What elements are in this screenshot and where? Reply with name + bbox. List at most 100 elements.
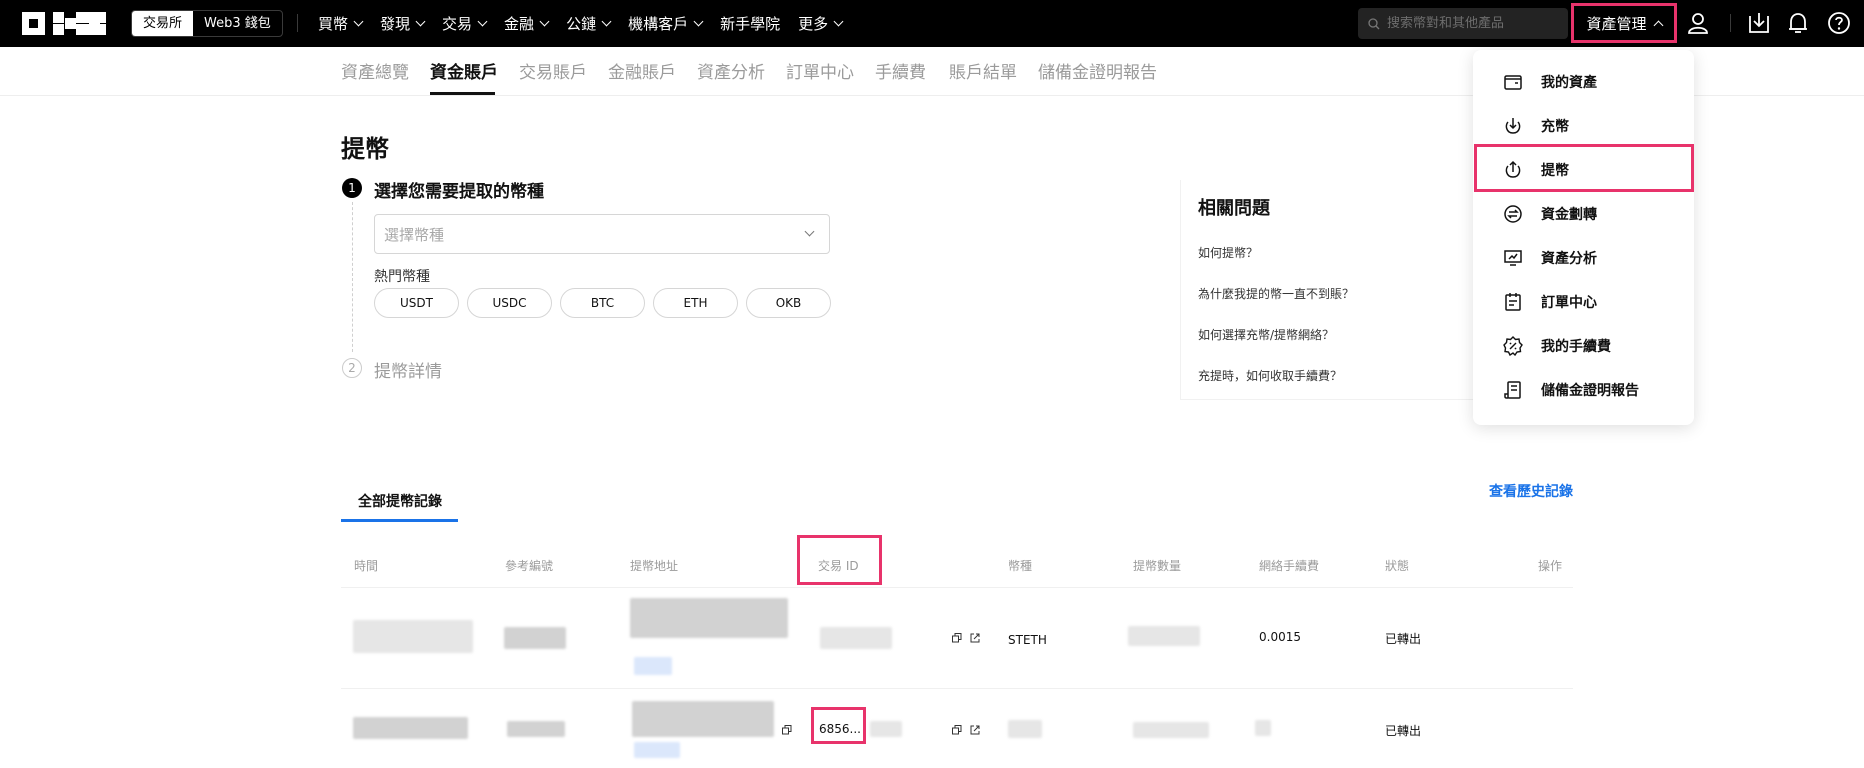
wallet-icon xyxy=(1504,75,1522,90)
column-header-network-fee: 網絡手續費 xyxy=(1259,559,1320,573)
column-header-actions: 操作 xyxy=(1538,559,1563,573)
chevron-down-icon xyxy=(601,16,612,27)
main-menu: 買幣 發現 交易 金融 公鏈 機構客戶 新手學院 更多 xyxy=(318,0,860,47)
copy-icon[interactable] xyxy=(952,725,962,735)
redacted-address xyxy=(632,701,774,737)
nav-menu-item[interactable]: 更多 xyxy=(798,13,844,34)
dropdown-item-orders[interactable]: 訂單中心 xyxy=(1473,280,1694,324)
hot-coin-chip[interactable]: USDT xyxy=(374,288,459,318)
dropdown-item-transfer[interactable]: 資金劃轉 xyxy=(1473,192,1694,236)
column-header-amount: 提幣數量 xyxy=(1133,559,1182,573)
exchange-tab[interactable]: 交易所 xyxy=(132,11,194,36)
dropdown-item-my-assets[interactable]: 我的資產 xyxy=(1473,60,1694,104)
page-title: 提幣 xyxy=(341,135,389,163)
nav-menu-label: 金融 xyxy=(504,15,535,33)
faq-item[interactable]: 充提時，如何收取手續費？ xyxy=(1198,367,1342,384)
dropdown-item-analysis[interactable]: 資產分析 xyxy=(1473,236,1694,280)
dropdown-item-label: 充幣 xyxy=(1541,119,1569,135)
redacted-address-tag xyxy=(634,657,672,675)
fee-icon xyxy=(1503,336,1523,356)
external-link-icon[interactable] xyxy=(970,725,980,735)
nav-menu-item[interactable]: 金融 xyxy=(504,13,550,34)
chevron-down-icon xyxy=(833,16,844,27)
tab-underline xyxy=(341,519,458,522)
chevron-up-icon xyxy=(1653,20,1663,30)
redacted-txid xyxy=(820,627,892,649)
dropdown-item-label: 我的資產 xyxy=(1541,75,1597,91)
subnav-tab[interactable]: 資產總覽 xyxy=(341,58,409,83)
subnav-tab[interactable]: 金融賬戶 xyxy=(608,58,676,83)
redacted-address-tag xyxy=(634,742,680,758)
redacted-amount xyxy=(1133,722,1209,738)
dropdown-item-label: 訂單中心 xyxy=(1541,295,1597,311)
top-navbar: 交易所 Web3 錢包 買幣 發現 交易 金融 公鏈 機構客戶 新手學院更多 資產管理 xyxy=(0,0,1864,47)
user-icon[interactable] xyxy=(1685,10,1711,36)
subnav-tab[interactable]: 儲備金證明報告 xyxy=(1038,58,1157,83)
dropdown-item-label: 儲備金證明報告 xyxy=(1541,383,1639,399)
search-box[interactable] xyxy=(1358,8,1568,39)
faq-item[interactable]: 如何提幣？ xyxy=(1198,244,1258,261)
transfer-icon xyxy=(1504,205,1522,223)
order-icon xyxy=(1505,293,1521,311)
subnav-tab[interactable]: 資產分析 xyxy=(697,58,765,83)
redacted-address xyxy=(630,598,788,638)
dropdown-item-label: 資金劃轉 xyxy=(1541,207,1597,223)
step-1-number: 1 xyxy=(342,178,362,198)
asset-management-label: 資產管理 xyxy=(1586,14,1647,33)
subnav-tab[interactable]: 交易賬戶 xyxy=(519,58,587,83)
nav-menu-item[interactable]: 買幣 xyxy=(318,13,364,34)
nav-menu-label: 交易 xyxy=(442,15,473,33)
asset-management-button[interactable]: 資產管理 xyxy=(1571,3,1677,43)
web3-wallet-tab[interactable]: Web3 錢包 xyxy=(193,11,282,36)
step-1-title: 選擇您需要提取的幣種 xyxy=(374,182,544,202)
dropdown-item-label: 資產分析 xyxy=(1541,251,1597,267)
nav-menu-item[interactable]: 新手學院 xyxy=(720,13,780,34)
nav-menu-label: 新手學院 xyxy=(720,15,781,33)
hot-coin-chip[interactable]: OKB xyxy=(746,288,831,318)
hot-coin-chip[interactable]: ETH xyxy=(653,288,738,318)
search-input[interactable] xyxy=(1387,16,1557,31)
okx-logo[interactable] xyxy=(22,12,106,35)
dropdown-item-fees[interactable]: 我的手續費 xyxy=(1473,324,1694,368)
subnav-tab[interactable]: 賬戶結單 xyxy=(949,58,1017,83)
redacted-coin xyxy=(1008,720,1042,738)
faq-title: 相關問題 xyxy=(1198,198,1270,219)
step-2-number: 2 xyxy=(342,358,362,378)
nav-menu-label: 公鏈 xyxy=(566,15,597,33)
subnav-tab[interactable]: 資金賬戶 xyxy=(430,58,498,83)
bell-icon[interactable] xyxy=(1785,10,1811,36)
network-fee-cell: 0.0015 xyxy=(1259,630,1301,644)
step-connector xyxy=(352,202,353,352)
column-header-status: 狀態 xyxy=(1385,559,1410,573)
hot-coin-chip[interactable]: BTC xyxy=(560,288,645,318)
redacted-amount xyxy=(1128,626,1200,646)
nav-menu-item[interactable]: 發現 xyxy=(380,13,426,34)
redacted-reference xyxy=(507,721,565,737)
help-icon[interactable] xyxy=(1826,10,1852,36)
copy-icon[interactable] xyxy=(782,725,792,735)
external-link-icon[interactable] xyxy=(970,633,980,643)
nav-menu-item[interactable]: 交易 xyxy=(442,13,488,34)
divider xyxy=(1730,14,1731,32)
chevron-down-icon xyxy=(477,16,488,27)
chevron-down-icon xyxy=(804,226,815,237)
hot-coin-chip[interactable]: USDC xyxy=(467,288,552,318)
dropdown-item-deposit[interactable]: 充幣 xyxy=(1473,104,1694,148)
nav-menu-item[interactable]: 機構客戶 xyxy=(628,13,704,34)
txid-header-highlight-box xyxy=(797,535,882,585)
redacted-time xyxy=(353,620,473,653)
faq-item[interactable]: 如何選擇充幣/提幣網絡？ xyxy=(1198,326,1334,343)
copy-icon[interactable] xyxy=(952,633,962,643)
withdraw-highlight-box xyxy=(1474,144,1694,192)
view-history-link[interactable]: 查看歷史記錄 xyxy=(1489,481,1573,501)
faq-item[interactable]: 為什麼我提的幣一直不到賬？ xyxy=(1198,285,1354,302)
hot-coins-list: USDT USDC BTC ETH OKB xyxy=(374,288,839,318)
coin-select-dropdown[interactable]: 選擇幣種 xyxy=(374,214,830,254)
dropdown-item-reserve-report[interactable]: 儲備金證明報告 xyxy=(1473,368,1694,412)
download-icon[interactable] xyxy=(1746,10,1772,36)
all-withdrawals-tab[interactable]: 全部提幣記錄 xyxy=(358,491,442,511)
subnav-tab[interactable]: 手續費 xyxy=(875,58,926,83)
subnav-tab[interactable]: 訂單中心 xyxy=(786,58,854,83)
nav-menu-item[interactable]: 公鏈 xyxy=(566,13,612,34)
chevron-down-icon xyxy=(693,16,704,27)
